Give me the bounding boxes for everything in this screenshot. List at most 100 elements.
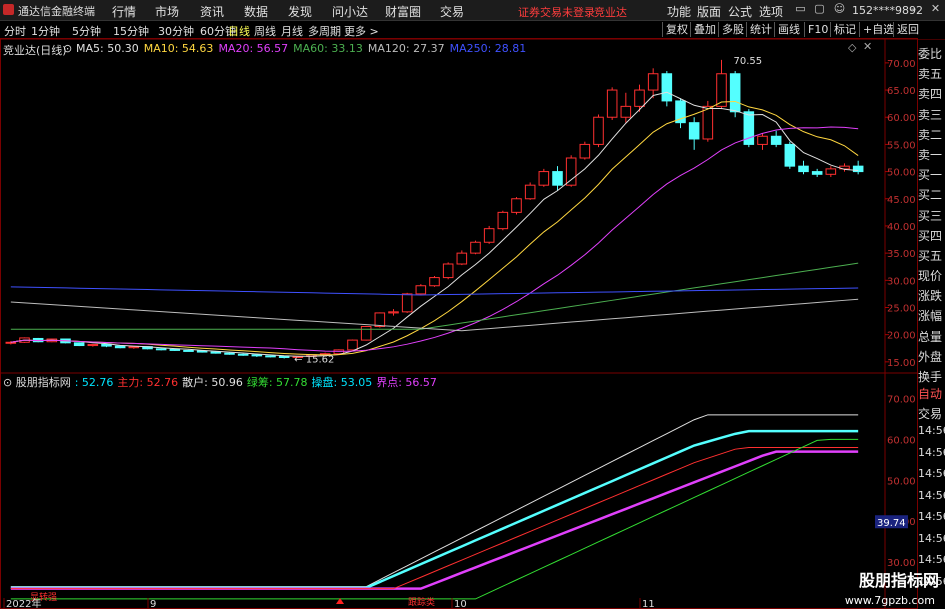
ma250-line bbox=[10, 286, 859, 296]
candle bbox=[442, 262, 454, 280]
quote-item[interactable]: 委比 bbox=[918, 44, 945, 64]
candle bbox=[770, 130, 782, 148]
candle bbox=[401, 292, 413, 313]
y-tick-label: 70.00 bbox=[887, 59, 916, 70]
cyan-line bbox=[10, 429, 859, 590]
menu-ask[interactable]: 问小达 bbox=[332, 3, 368, 20]
period-weekly[interactable]: 周线 bbox=[254, 23, 276, 39]
candle bbox=[538, 168, 550, 187]
quote-item[interactable]: 买五 bbox=[918, 246, 945, 266]
sub-y-tick-label: 50.00 bbox=[887, 476, 916, 487]
signal-tag: 跟踪类 bbox=[408, 596, 435, 608]
quote-item[interactable]: 现价 bbox=[918, 266, 945, 286]
candle bbox=[224, 352, 235, 355]
close-window-icon[interactable]: ✕ bbox=[928, 2, 943, 17]
trade-item[interactable]: 交易 bbox=[918, 404, 945, 424]
f10-button[interactable]: F10 bbox=[804, 22, 831, 37]
period-5min[interactable]: 5分钟 bbox=[72, 23, 101, 39]
y-tick-label: 60.00 bbox=[887, 113, 916, 124]
quote-item[interactable]: 涨幅 bbox=[918, 306, 945, 326]
candle bbox=[552, 166, 563, 191]
quote-item[interactable]: 卖四 bbox=[918, 84, 945, 104]
minimize-icon[interactable]: ▭ bbox=[793, 2, 808, 17]
time-tick: 14:56 bbox=[918, 488, 945, 502]
quote-item[interactable]: 卖五 bbox=[918, 64, 945, 84]
y-tick-label: 25.00 bbox=[887, 303, 916, 314]
candle bbox=[811, 168, 823, 178]
candle bbox=[620, 92, 632, 123]
y-tick-label: 30.00 bbox=[887, 276, 916, 287]
candle bbox=[73, 342, 85, 347]
draw-button[interactable]: 画线 bbox=[774, 22, 803, 37]
sub-y-tick-label: 70.00 bbox=[887, 394, 916, 405]
candle bbox=[784, 141, 796, 169]
trade-item[interactable]: 自动 bbox=[918, 384, 945, 404]
candle bbox=[470, 240, 481, 255]
quote-item[interactable]: 卖一 bbox=[918, 145, 945, 165]
candle bbox=[360, 325, 372, 341]
app-logo-icon bbox=[3, 4, 14, 15]
app-title: 通达信金融终端 bbox=[18, 5, 95, 18]
minimize-window-icon[interactable]: – bbox=[906, 2, 921, 17]
quote-item[interactable]: 卖三 bbox=[918, 105, 945, 125]
overlay-button[interactable]: 叠加 bbox=[690, 22, 719, 37]
quote-item[interactable]: 涨跌 bbox=[918, 286, 945, 306]
menu-options[interactable]: 选项 bbox=[759, 3, 783, 20]
period-15min[interactable]: 15分钟 bbox=[113, 23, 149, 39]
restore-icon[interactable]: ▢ bbox=[812, 2, 827, 17]
person-icon[interactable]: ☺ bbox=[832, 2, 847, 17]
x-tick-label: 10 bbox=[454, 599, 467, 609]
quote-item[interactable]: 买四 bbox=[918, 226, 945, 246]
add-watchlist-button[interactable]: +自选 bbox=[859, 22, 897, 37]
period-1min[interactable]: 1分钟 bbox=[31, 23, 60, 39]
quote-item[interactable]: 总量 bbox=[918, 327, 945, 347]
menu-trade[interactable]: 交易 bbox=[440, 3, 464, 20]
period-monthly[interactable]: 月线 bbox=[281, 23, 303, 39]
time-tick: 14:56 bbox=[918, 510, 945, 523]
quote-panel: 委比卖五卖四卖三卖二卖一买一买二买三买四买五现价涨跌涨幅总量外盘换手净资收益 bbox=[918, 44, 945, 428]
quote-item[interactable]: 外盘 bbox=[918, 347, 945, 367]
menu-market[interactable]: 市场 bbox=[155, 3, 179, 20]
period-multi[interactable]: 多周期 bbox=[308, 23, 341, 39]
candle bbox=[606, 87, 618, 120]
menu-discover[interactable]: 发现 bbox=[288, 3, 312, 20]
multistock-button[interactable]: 多股 bbox=[718, 22, 747, 37]
menu-data[interactable]: 数据 bbox=[244, 3, 268, 20]
time-tick: 14:56 bbox=[918, 424, 945, 437]
candle bbox=[825, 166, 837, 178]
quote-item[interactable]: 买二 bbox=[918, 185, 945, 205]
y-tick-label: 45.00 bbox=[887, 195, 916, 206]
menu-fortune[interactable]: 财富圈 bbox=[385, 3, 421, 20]
fq-button[interactable]: 复权 bbox=[662, 22, 691, 37]
x-tick-label: 2022年 bbox=[6, 597, 41, 609]
quote-item[interactable]: 买三 bbox=[918, 206, 945, 226]
mark-button[interactable]: 标记 bbox=[830, 22, 859, 37]
candle bbox=[456, 250, 468, 266]
candle bbox=[757, 133, 768, 150]
menu-layout[interactable]: 版面 bbox=[697, 3, 721, 20]
candle bbox=[497, 210, 509, 231]
retail-line bbox=[10, 414, 859, 588]
login-warning[interactable]: 证券交易未登录 bbox=[518, 4, 595, 20]
watermark-title: 股朋指标网 bbox=[858, 571, 939, 590]
period-30min[interactable]: 30分钟 bbox=[158, 23, 194, 39]
menu-hq[interactable]: 行情 bbox=[112, 3, 136, 20]
kline-chart[interactable]: 70.00 65.00 60.00 55.00 50.00 45.00 40.00 35.00… bbox=[0, 38, 918, 609]
time-tick: 14:56 bbox=[918, 467, 945, 480]
back-button[interactable]: 返回 bbox=[893, 22, 922, 37]
candle bbox=[511, 197, 522, 215]
quote-item[interactable]: 卖二 bbox=[918, 125, 945, 145]
candle bbox=[839, 163, 850, 172]
quote-item[interactable]: 买一 bbox=[918, 165, 945, 185]
x-tick-label: 9 bbox=[150, 599, 156, 609]
candle bbox=[675, 98, 686, 129]
menu-formula[interactable]: 公式 bbox=[728, 3, 752, 20]
menu-function[interactable]: 功能 bbox=[667, 3, 691, 20]
stats-button[interactable]: 统计 bbox=[746, 22, 775, 37]
candle bbox=[415, 284, 427, 296]
period-daily[interactable]: 日线 bbox=[228, 23, 250, 39]
green-line bbox=[10, 438, 859, 600]
menu-news[interactable]: 资讯 bbox=[200, 3, 224, 20]
period-intraday[interactable]: 分时 bbox=[4, 23, 26, 39]
period-more[interactable]: 更多 > bbox=[344, 23, 379, 39]
